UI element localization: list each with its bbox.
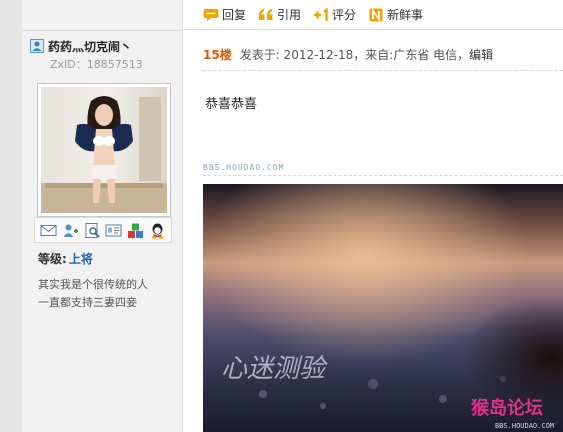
signature-line: 一直都支持三妻四妾 (38, 296, 137, 309)
post-image[interactable]: 心迷测验 猴岛论坛 BBS.HOUDAO.COM (203, 184, 563, 432)
profile-card-icon[interactable] (105, 222, 122, 239)
message-icon[interactable] (40, 222, 57, 239)
reply-label: 回复 (222, 8, 247, 22)
user-zxid: ZxID：18857513 (50, 58, 143, 71)
rate-icon (313, 7, 329, 22)
reply-button[interactable]: 回复 (203, 6, 246, 23)
search-posts-icon[interactable] (84, 222, 101, 239)
houdao-logo-url: BBS.HOUDAO.COM (495, 422, 554, 430)
watermark-divider (203, 175, 563, 176)
reply-icon (203, 8, 219, 22)
quote-label: 引用 (277, 8, 302, 22)
user-sidebar: 药药灬切克闹丶 ZxID：18857513 等级: 上将 其实我是个很传统的人 … (22, 0, 183, 432)
post-content: 恭喜恭喜 (205, 97, 258, 112)
houdao-logo: 猴岛论坛 (471, 397, 543, 419)
user-action-icons (34, 217, 172, 243)
post-date-source: 发表于: 2012-12-18，来自:广东省 电信， (239, 48, 470, 62)
blocks-icon[interactable] (127, 222, 144, 239)
left-edge-strip (0, 0, 23, 432)
quote-button[interactable]: 引用 (258, 6, 301, 23)
qq-icon[interactable] (149, 222, 166, 239)
image-caption: 心迷测验 (221, 354, 328, 384)
user-icon (30, 39, 44, 53)
news-button[interactable]: 新鲜事 (368, 6, 423, 23)
avatar[interactable] (37, 83, 171, 217)
level-value: 上将 (68, 252, 93, 266)
signature-line: 其实我是个很传统的人 (38, 278, 148, 291)
quote-icon (258, 8, 274, 22)
news-label: 新鲜事 (387, 8, 424, 22)
username-link[interactable]: 药药灬切克闹丶 (48, 38, 132, 55)
user-level: 等级: 上将 (38, 250, 93, 267)
post-meta: 15楼 发表于: 2012-12-18，来自:广东省 电信，编辑 (203, 46, 563, 63)
rate-label: 评分 (332, 8, 357, 22)
post-main: 回复 引用 评分 新鲜事 15楼 发表于: 2012-12-18，来自:广东省 电… (183, 0, 563, 432)
user-name-row: 药药灬切克闹丶 (30, 38, 132, 54)
sidebar-top-band (22, 0, 182, 31)
rate-button[interactable]: 评分 (313, 6, 356, 23)
add-friend-icon[interactable] (62, 222, 79, 239)
user-signature: 其实我是个很传统的人 一直都支持三妻四妾 (38, 276, 178, 312)
floor-number: 15楼 (203, 48, 232, 62)
watermark-text: BBS.HOUDAO.COM (203, 163, 285, 172)
post-actions-bar: 回复 引用 评分 新鲜事 (183, 0, 563, 30)
news-icon (368, 7, 384, 22)
meta-divider (203, 70, 563, 71)
edit-link[interactable]: 编辑 (469, 48, 493, 62)
level-label: 等级: (38, 252, 67, 266)
